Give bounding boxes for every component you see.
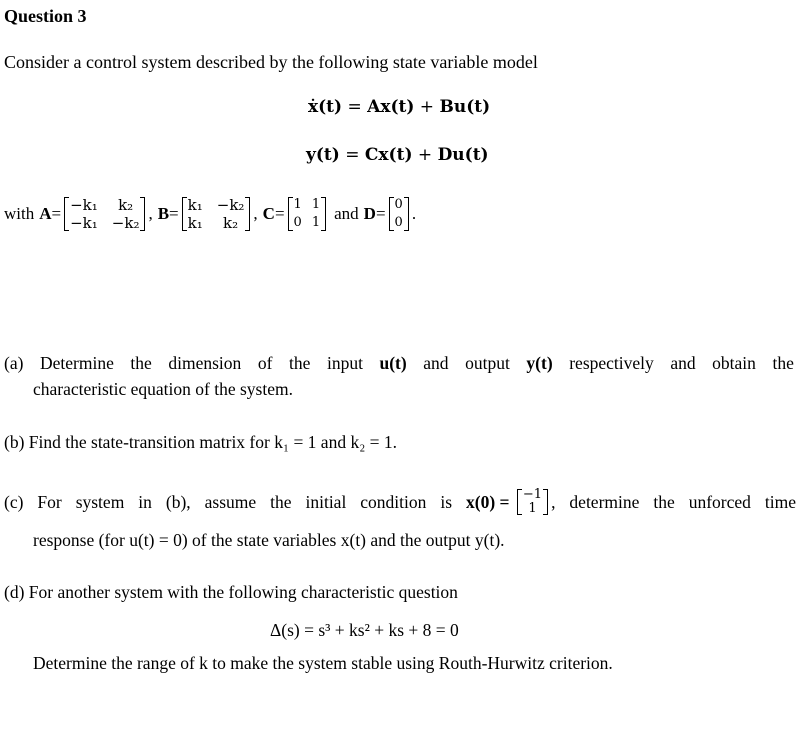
state-term-2: Bu(t) [439,97,491,117]
word: time [764,491,796,512]
characteristic-equation: Δ(s) = s³ + ks² + ks + 8 = 0 [270,620,459,640]
equals-sign: = [51,204,62,223]
word: dimension [168,353,242,373]
word: determine [569,491,640,512]
output-term-2: Du(t) [437,145,489,165]
matrix-c-cell: 1 [293,197,302,212]
word: condition [360,491,427,512]
equals-sign: = [169,204,179,223]
matrix-c: 1 1 0 1 [287,196,327,232]
part-c-line-1: (c) For system in (b), assume the initia… [4,488,796,516]
matrix-b-cell: k₂ [223,214,239,232]
output-lhs: y(t) [306,145,340,165]
word: input [326,353,363,373]
plus-sign: + [412,145,438,165]
part-d-line-3: Determine the range of k to make the sys… [33,653,613,673]
state-term-1: Ax(t) [367,97,415,117]
word: For [37,491,62,512]
word: the [130,353,152,373]
matrix-d-cell: 0 [394,215,403,230]
word: the [772,353,794,373]
word: respectively [569,353,654,373]
equals-sign: = [342,97,368,117]
matrix-d-cell: 0 [394,197,403,212]
plus-sign: + [414,97,440,117]
matrix-b-name: B [157,204,170,223]
output-term-1: Cx(t) [364,145,413,165]
x0-cell: −1 [522,487,543,502]
matrix-c-cell: 1 [311,197,321,212]
word: obtain [712,353,756,373]
period: . [411,204,417,223]
matrix-b-cell: −k₂ [216,196,245,214]
question-title: Question 3 [4,6,87,26]
comma: , [551,491,556,512]
state-equation: ẋ(t) = Ax(t) + Bu(t) [308,97,490,117]
matrix-c-cell: 0 [293,215,302,230]
word: the [653,491,675,512]
matrix-a-cell: −k₂ [111,214,140,232]
with-label: with [4,204,35,223]
part-c-line-2: response (for u(t) = 0) of the state var… [33,530,505,550]
part-a-line-2: characteristic equation of the system. [33,379,293,399]
part-d-line-1: (d) For another system with the followin… [4,582,458,602]
part-b: (b) Find the state-transition matrix for… [4,432,398,452]
matrix-a-cell: −k₁ [70,196,98,214]
word: (c) [4,491,24,512]
word: system [75,491,125,512]
matrix-a: −k₁ k₂ −k₁ −k₂ [64,196,146,232]
equals-sign: = [375,204,386,223]
matrix-b: k₁ −k₂ k₁ k₂ [181,196,251,232]
word: output [465,353,510,373]
matrix-definitions: with A = −k₁ k₂ −k₁ −k₂ , B = k₁ −k₂ k₁ … [4,192,416,236]
matrix-a-cell: k₂ [118,196,134,214]
x0-vector: −1 1 [516,487,549,516]
matrix-d-name: D [363,204,376,223]
intro-text: Consider a control system described by t… [4,52,538,72]
comma: , [253,204,258,223]
matrix-d: 0 0 [388,196,410,232]
word: the [289,353,311,373]
word: the [270,491,292,512]
state-lhs: ẋ(t) [308,97,343,117]
word: Determine [40,353,114,373]
output-equation: y(t) = Cx(t) + Du(t) [306,145,489,165]
x0-label: x(0) = [466,491,514,512]
word: unforced [688,491,751,512]
matrix-a-name: A [39,204,52,223]
equals-sign: = [274,204,285,223]
and-label: and [334,204,359,223]
word: initial [305,491,347,512]
word: of [257,353,273,373]
word: assume [204,491,257,512]
matrix-a-cell: −k₁ [70,214,98,232]
output-symbol: y(t) [526,353,553,373]
part-a-label: (a) [4,353,24,373]
word: and [670,353,696,373]
matrix-c-cell: 1 [311,215,321,230]
word: (b), [165,491,191,512]
word: is [440,491,453,512]
word: and [423,353,449,373]
equals-sign: = [339,145,365,165]
initial-condition: x(0) = −1 1 , [466,488,555,516]
matrix-c-name: C [262,204,275,223]
input-symbol: u(t) [379,353,407,373]
part-a-line-1: (a) Determine the dimension of the input… [4,353,794,374]
word: in [138,491,152,512]
matrix-b-cell: k₁ [187,196,203,214]
x0-cell: 1 [528,501,537,516]
matrix-b-cell: k₁ [187,214,203,232]
comma: , [148,204,153,223]
